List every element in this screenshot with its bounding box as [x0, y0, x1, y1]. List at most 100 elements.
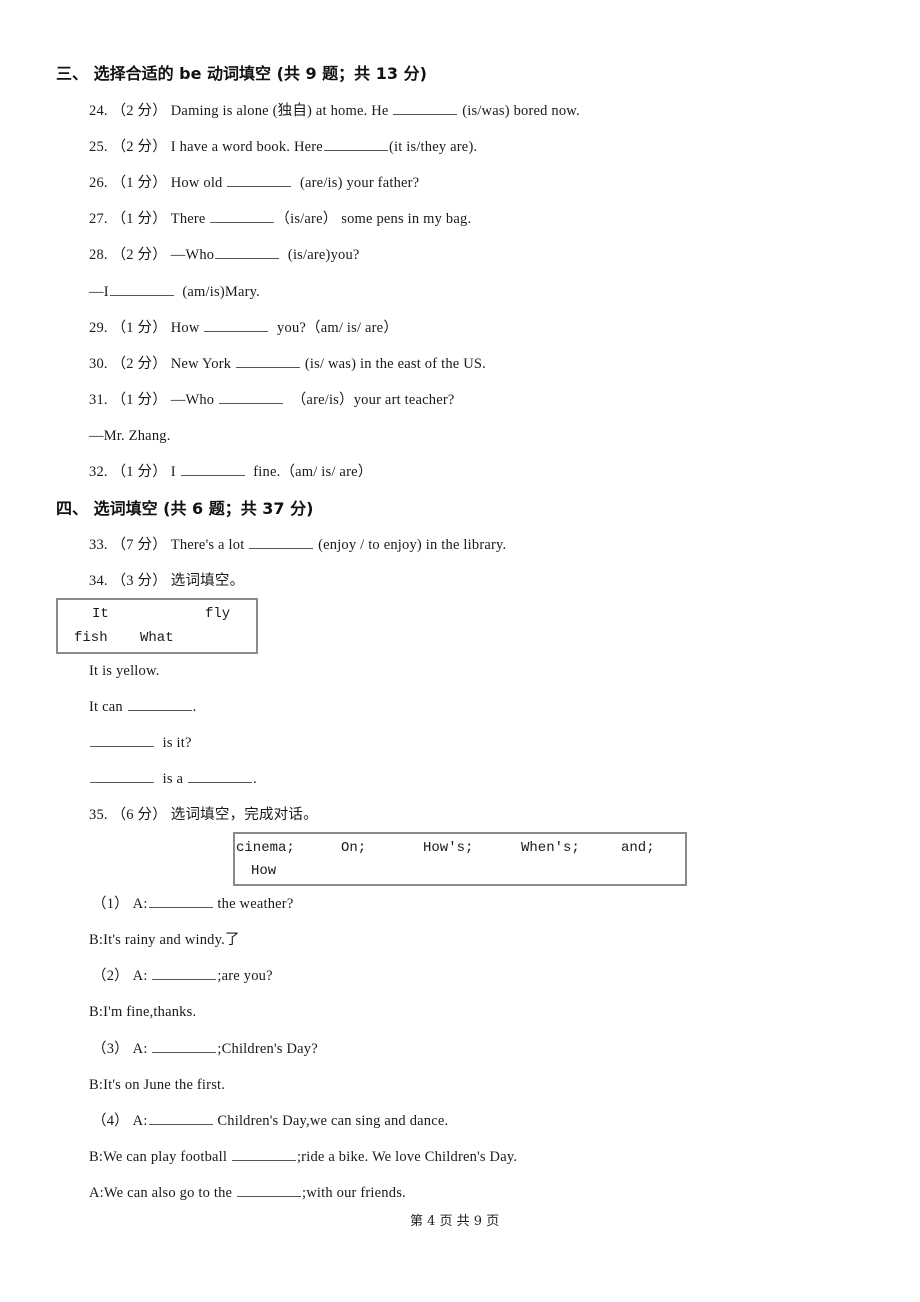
dialog-text: B:We can play football: [89, 1149, 231, 1165]
dialog-text: the weather?: [213, 896, 294, 912]
dialog-text: .: [253, 771, 257, 787]
answer-blank[interactable]: [148, 895, 213, 908]
question-35: 35. （6 分） 选词填空，完成对话。: [89, 806, 318, 824]
question-score: （1 分）: [111, 392, 167, 408]
question-score: （1 分）: [111, 320, 167, 336]
question-number: 35.: [89, 807, 108, 823]
question-text: How: [170, 320, 204, 336]
answer-blank[interactable]: [236, 1184, 301, 1197]
answer-blank[interactable]: [127, 698, 192, 711]
question-text: —Who: [170, 392, 219, 408]
question-score: （2 分）: [111, 139, 167, 155]
question-number: 30.: [89, 356, 108, 372]
q35-dialog-7: （4） A: Children's Day,we can sing and da…: [92, 1112, 448, 1130]
answer-blank[interactable]: [152, 967, 217, 980]
question-number: 24.: [89, 103, 108, 119]
dialog-label: （4） A:: [92, 1113, 148, 1129]
word-option: What: [140, 630, 174, 646]
q34-line-3: is it?: [89, 734, 192, 752]
word-option: When's;: [521, 840, 580, 856]
answer-blank[interactable]: [148, 1112, 213, 1125]
question-24: 24. （2 分） Daming is alone (独自) at home. …: [89, 102, 580, 120]
question-27: 27. （1 分） There （is/are） some pens in my…: [89, 210, 471, 228]
answer-blank[interactable]: [231, 1148, 296, 1161]
question-text: (enjoy / to enjoy) in the library.: [314, 537, 507, 553]
dialog-text: A:We can also go to the: [89, 1185, 236, 1201]
question-text: I have a word book. Here: [170, 139, 323, 155]
q34-line-1: It is yellow.: [89, 663, 160, 679]
section-3-heading: 三、 选择合适的 be 动词填空 (共 9 题；共 13 分): [56, 64, 427, 83]
answer-blank[interactable]: [90, 734, 154, 747]
dialog-text: ;with our friends.: [301, 1185, 406, 1201]
question-text: I: [170, 464, 180, 480]
question-number: 25.: [89, 139, 108, 155]
question-score: （1 分）: [111, 175, 167, 191]
answer-blank[interactable]: [90, 770, 154, 783]
question-number: 27.: [89, 211, 108, 227]
question-text: you?（am/ is/ are）: [269, 320, 399, 336]
question-text: There: [170, 211, 210, 227]
question-number: 26.: [89, 175, 108, 191]
answer-blank[interactable]: [210, 210, 275, 223]
question-31-answer: —Mr. Zhang.: [89, 428, 171, 444]
question-score: （2 分）: [111, 247, 167, 263]
dialog-text: —I: [89, 284, 109, 300]
answer-blank[interactable]: [215, 246, 280, 259]
question-28: 28. （2 分） —Who (is/are)you?: [89, 246, 360, 264]
question-number: 28.: [89, 247, 108, 263]
q35-dialog-8: B:We can play football ;ride a bike. We …: [89, 1148, 517, 1166]
word-option: fish: [74, 630, 108, 646]
word-box-35: cinema; On; How's; When's; and; How: [233, 832, 687, 886]
answer-blank[interactable]: [227, 174, 292, 187]
question-29: 29. （1 分） How you?（am/ is/ are）: [89, 319, 398, 337]
dialog-label: （1） A:: [92, 896, 148, 912]
q35-dialog-3: （2） A: ;are you?: [92, 967, 273, 985]
question-text: —Who: [170, 247, 215, 263]
question-28-answer-line: —I (am/is)Mary.: [89, 283, 260, 301]
q34-line-4: is a .: [89, 770, 257, 788]
dialog-text: ;ride a bike. We love Children's Day.: [296, 1149, 518, 1165]
q35-dialog-5: （3） A: ;Children's Day?: [92, 1040, 318, 1058]
answer-blank[interactable]: [249, 536, 314, 549]
answer-blank[interactable]: [188, 770, 253, 783]
dialog-text: is it?: [155, 735, 192, 751]
question-score: （1 分）: [111, 211, 167, 227]
word-option: On;: [341, 840, 367, 856]
answer-blank[interactable]: [323, 138, 388, 151]
question-text: (are/is) your father?: [292, 175, 420, 191]
question-text: Daming is alone (独自) at home. He: [170, 103, 393, 119]
question-26: 26. （1 分） How old (are/is) your father?: [89, 174, 419, 192]
answer-blank[interactable]: [393, 102, 458, 115]
answer-blank[interactable]: [109, 283, 174, 296]
dialog-text: is a: [155, 771, 188, 787]
question-number: 29.: [89, 320, 108, 336]
question-score: （1 分）: [111, 464, 167, 480]
answer-blank[interactable]: [204, 319, 269, 332]
question-33: 33. （7 分） There's a lot (enjoy / to enjo…: [89, 536, 506, 554]
question-text: （is/are） some pens in my bag.: [275, 211, 472, 227]
answer-blank[interactable]: [152, 1040, 217, 1053]
question-instruction: 选词填空，完成对话。: [170, 807, 318, 823]
dialog-text: Children's Day,we can sing and dance.: [213, 1113, 449, 1129]
question-30: 30. （2 分） New York (is/ was) in the east…: [89, 355, 486, 373]
word-option: How's;: [423, 840, 474, 856]
dialog-text: ;are you?: [217, 968, 273, 984]
question-text: (is/was) bored now.: [458, 103, 580, 119]
question-number: 33.: [89, 537, 108, 553]
question-text: (is/are)you?: [280, 247, 360, 263]
answer-blank[interactable]: [219, 391, 284, 404]
question-text: There's a lot: [170, 537, 249, 553]
question-text: fine.（am/ is/ are）: [245, 464, 373, 480]
question-score: （3 分）: [111, 573, 167, 589]
question-score: （2 分）: [111, 103, 167, 119]
dialog-label: （3） A:: [92, 1041, 152, 1057]
question-number: 32.: [89, 464, 108, 480]
question-text: How old: [170, 175, 227, 191]
question-32: 32. （1 分） I fine.（am/ is/ are）: [89, 463, 372, 481]
dialog-text: ;Children's Day?: [217, 1041, 318, 1057]
dialog-label: （2） A:: [92, 968, 152, 984]
word-box-34: It fly fish What: [56, 598, 258, 654]
answer-blank[interactable]: [180, 463, 245, 476]
question-text: (it is/they are).: [388, 139, 478, 155]
answer-blank[interactable]: [236, 355, 301, 368]
